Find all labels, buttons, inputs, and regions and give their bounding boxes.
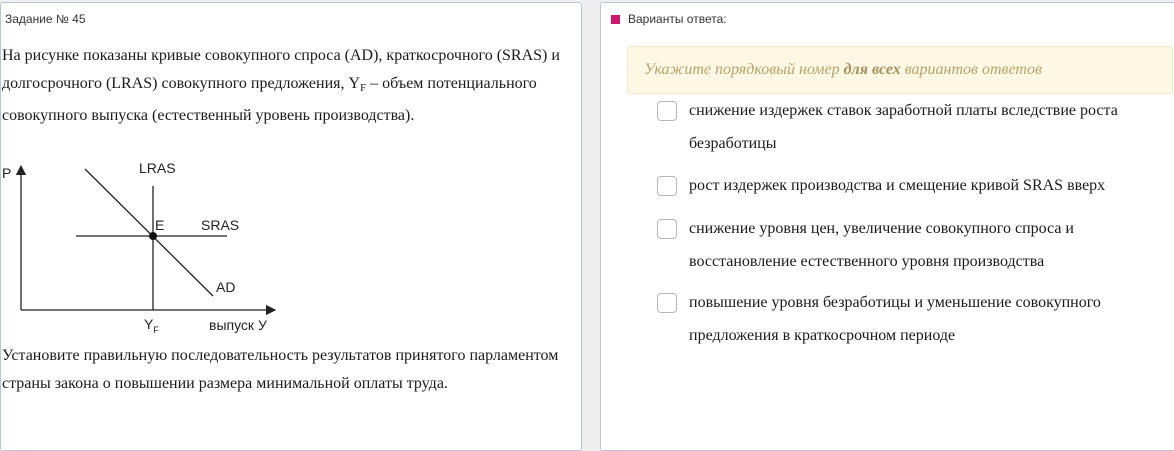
hint-bold: для всех bbox=[843, 61, 901, 78]
hint-box: Укажите порядковый номер для всех вариан… bbox=[627, 46, 1173, 94]
answers-marker-icon bbox=[611, 14, 620, 24]
ad-line bbox=[84, 168, 214, 297]
lras-label: LRAS bbox=[139, 160, 176, 176]
question-panel: Задание № 45 На рисунке показаны кривые … bbox=[0, 2, 582, 451]
ad-label: AD bbox=[216, 279, 235, 295]
answer-checkbox-3[interactable] bbox=[657, 219, 677, 239]
answers-header-label: Варианты ответа: bbox=[628, 12, 727, 26]
equilibrium-point bbox=[149, 232, 157, 240]
task-number: Задание № 45 bbox=[5, 12, 86, 26]
answer-label-1[interactable]: снижение издержек ставок заработной плат… bbox=[689, 94, 1169, 160]
answer-option-1[interactable]: снижение издержек ставок заработной плат… bbox=[657, 101, 1174, 160]
answer-checkbox-1[interactable] bbox=[657, 101, 677, 121]
question-task: Установите правильную последовательность… bbox=[2, 347, 559, 392]
y-axis-label: P bbox=[2, 165, 11, 181]
yf-sub: F bbox=[153, 325, 159, 335]
answer-checkbox-4[interactable] bbox=[657, 293, 677, 313]
point-label: E bbox=[155, 217, 164, 233]
answer-option-3[interactable]: снижение уровня цен, увеличение совокупн… bbox=[657, 219, 1174, 278]
ad-as-graph: P LRAS E SRAS AD YF выпуск У bbox=[2, 160, 277, 335]
question-intro: На рисунке показаны кривые совокупного с… bbox=[2, 42, 577, 130]
yf-label: YF bbox=[144, 316, 159, 335]
hint-before: Укажите порядковый номер bbox=[644, 61, 844, 78]
answer-option-4[interactable]: повышение уровня безработицы и уменьшени… bbox=[657, 293, 1174, 352]
answer-label-3[interactable]: снижение уровня цен, увеличение совокупн… bbox=[689, 212, 1169, 278]
answer-option-2[interactable]: рост издержек производства и смещение кр… bbox=[657, 176, 1174, 202]
answer-label-4[interactable]: повышение уровня безработицы и уменьшени… bbox=[689, 286, 1169, 352]
answers-panel: Варианты ответа: Укажите порядковый номе… bbox=[600, 2, 1174, 451]
hint-after: вариантов ответов bbox=[900, 61, 1042, 78]
answer-label-2[interactable]: рост издержек производства и смещение кр… bbox=[689, 169, 1169, 202]
answer-checkbox-2[interactable] bbox=[657, 176, 677, 196]
x-axis-label: выпуск У bbox=[209, 317, 267, 333]
sras-label: SRAS bbox=[201, 217, 239, 233]
answers-header: Варианты ответа: bbox=[611, 12, 727, 26]
